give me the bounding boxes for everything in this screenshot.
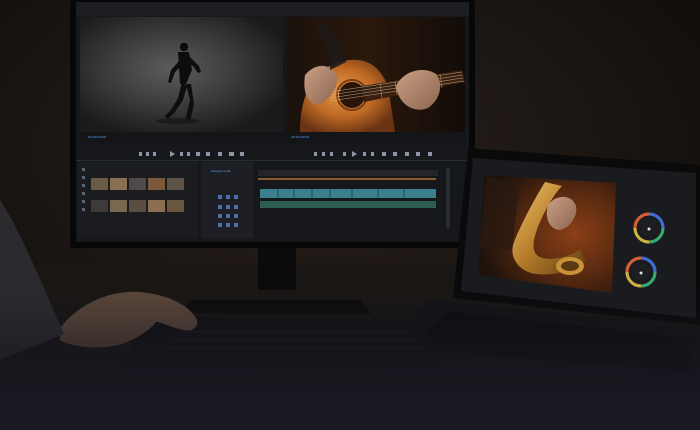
editing-desk-photo <box>0 0 700 430</box>
source-timecode: 00:00:00:00 <box>88 135 107 139</box>
panel-divider <box>76 160 469 161</box>
keyboard-keys <box>164 330 422 349</box>
guitar-soundhole <box>339 82 365 108</box>
timeline-ruler <box>258 170 438 176</box>
app-title-bar <box>76 2 469 16</box>
video-track-clips <box>260 189 436 198</box>
timeline-scrollbar <box>446 168 450 228</box>
dancer-shadow <box>156 118 200 124</box>
audio-track-clips <box>260 201 436 208</box>
monitor-stand-neck <box>258 245 296 290</box>
monitor-controls-bar <box>80 132 465 145</box>
program-timecode: 00:00:00:00 <box>291 135 310 139</box>
monitor-stand-base <box>180 300 372 314</box>
timeline-work-area <box>258 178 436 180</box>
sequence-tab: Sequence 01 <box>211 169 231 173</box>
